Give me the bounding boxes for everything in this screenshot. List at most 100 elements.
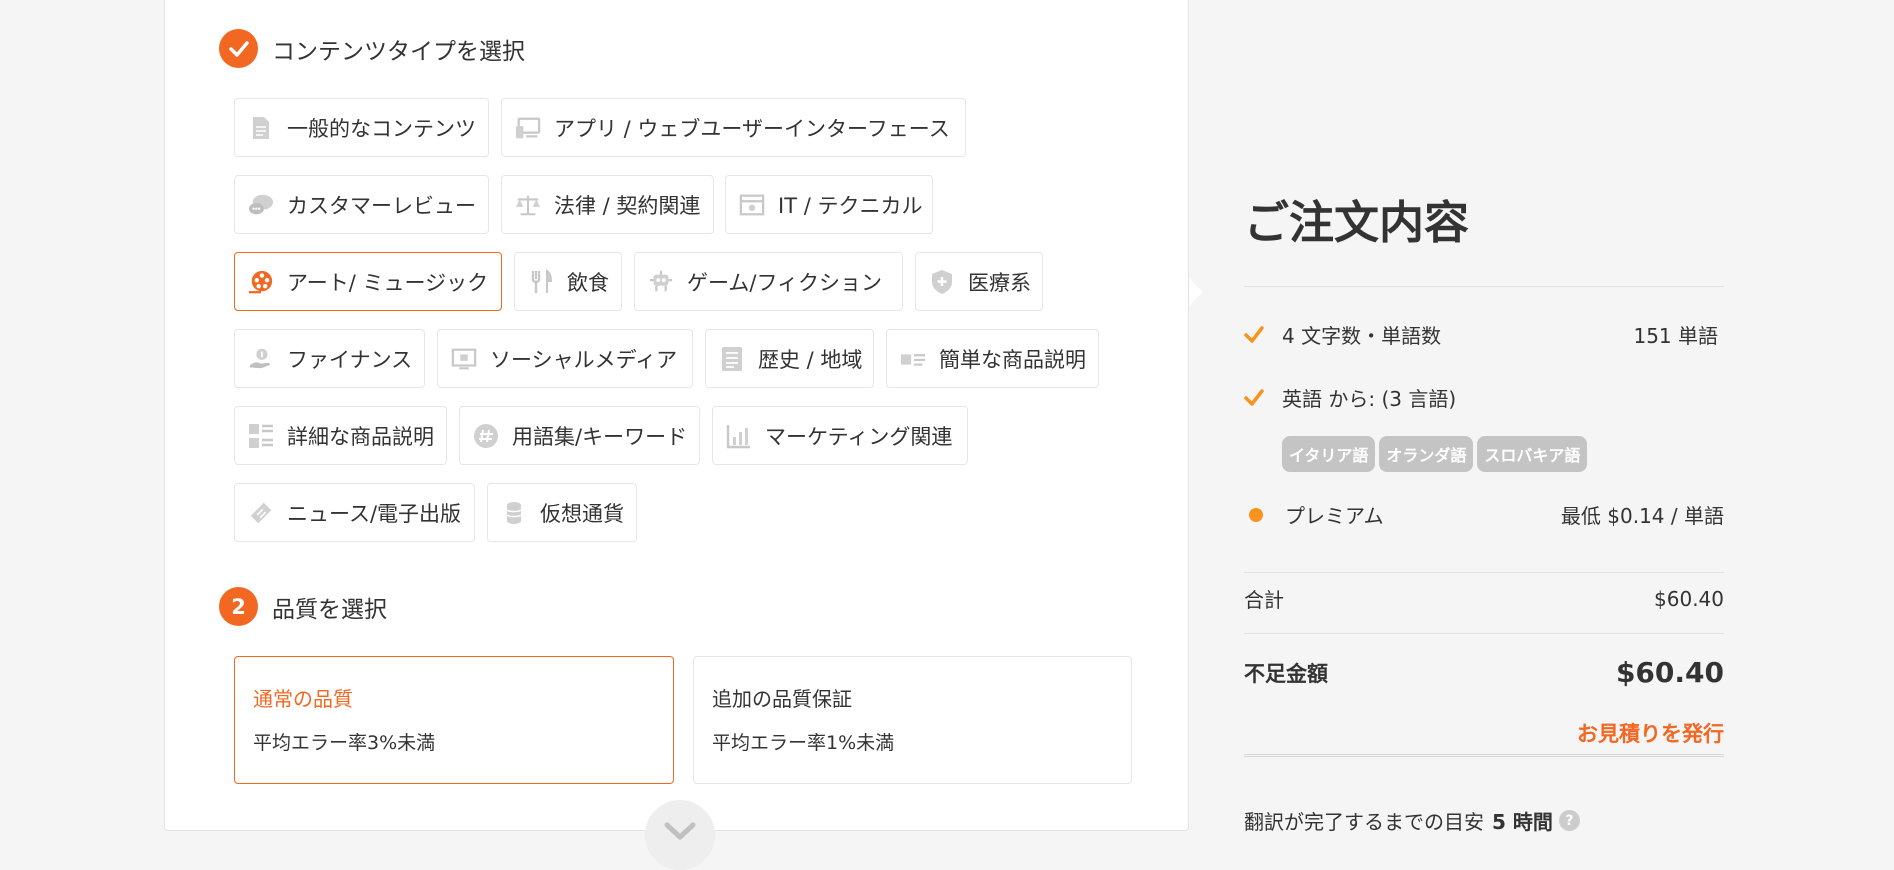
- chip-finance[interactable]: ファイナンス: [234, 329, 425, 388]
- divider-double: [1244, 754, 1724, 757]
- language-tag: スロバキア語: [1477, 436, 1588, 472]
- quality-option-title: 通常の品質: [253, 687, 353, 711]
- content-type-header: コンテンツタイプを選択: [219, 29, 525, 68]
- step-complete-badge: [219, 29, 258, 68]
- issue-quote-link[interactable]: お見積りを発行: [1577, 718, 1724, 748]
- browser-window-icon: [739, 192, 765, 218]
- languages-label: 英語 から: (3 言語): [1282, 387, 1457, 411]
- chip-label: アート/ ミュージック: [287, 270, 489, 295]
- chip-food-drink[interactable]: 飲食: [514, 252, 622, 311]
- product-grid-icon: [248, 423, 274, 449]
- eta-text: 翻訳が完了するまでの目安: [1244, 810, 1484, 834]
- language-tag: イタリア語: [1282, 436, 1376, 472]
- money-hand-icon: [248, 346, 274, 372]
- devices-icon: [515, 115, 541, 141]
- document-icon: [248, 115, 274, 141]
- chip-social-media[interactable]: ソーシャルメディア: [437, 329, 693, 388]
- chip-label: マーケティング関連: [765, 424, 953, 449]
- tier-label: プレミアム: [1285, 504, 1384, 528]
- language-tag: オランダ語: [1379, 436, 1474, 472]
- amount-due-value: $60.40: [1615, 656, 1724, 689]
- chip-news-publishing[interactable]: ニュース/電子出版: [234, 483, 475, 542]
- amount-due-label: 不足金額: [1244, 661, 1328, 686]
- quality-option-extra-qa[interactable]: 追加の品質保証 平均エラー率1%未満: [693, 656, 1132, 784]
- language-tags: イタリア語 オランダ語 スロバキア語: [1282, 436, 1591, 472]
- checkmark-icon: [228, 40, 249, 57]
- tier-dot: [1249, 507, 1263, 522]
- tier-price: 最低 $0.14 / 単語: [1560, 504, 1724, 528]
- quality-option-desc: 平均エラー率1%未満: [712, 732, 895, 754]
- cutlery-icon: [528, 268, 554, 295]
- chip-label: 医療系: [968, 270, 1031, 295]
- scales-icon: [515, 192, 541, 218]
- amount-due-row: 不足金額 $60.40: [1244, 656, 1724, 689]
- chip-game-fiction[interactable]: ゲーム/フィクション: [634, 252, 903, 311]
- subtotal-row: 合計 $60.40: [1244, 584, 1724, 613]
- chip-cryptocurrency[interactable]: 仮想通貨: [487, 483, 637, 542]
- chip-label: IT / テクニカル: [778, 193, 923, 218]
- chevron-down-icon: [664, 822, 696, 840]
- subtotal-value: $60.40: [1654, 586, 1724, 611]
- order-title: ご注文内容: [1244, 196, 1470, 249]
- chip-label: 法律 / 契約関連: [554, 193, 701, 218]
- help-icon[interactable]: ?: [1558, 810, 1580, 831]
- chip-customer-reviews[interactable]: カスタマーレビュー: [234, 175, 489, 234]
- chip-label: ソーシャルメディア: [490, 347, 678, 372]
- chip-app-web-ui[interactable]: アプリ / ウェブユーザーインターフェース: [501, 98, 966, 157]
- quality-title: 品質を選択: [272, 596, 387, 623]
- chip-label: 簡単な商品説明: [939, 347, 1086, 372]
- chip-label: ゲーム/フィクション: [687, 270, 883, 295]
- eta-row: 翻訳が完了するまでの目安 5 時間 ?: [1244, 806, 1580, 835]
- chat-bubbles-icon: [248, 192, 274, 218]
- film-reel-icon: [248, 269, 274, 295]
- eta-value: 5 時間: [1492, 810, 1553, 834]
- chip-label: 歴史 / 地域: [758, 347, 863, 372]
- word-count-value: 151 単語: [1633, 324, 1718, 348]
- chip-label: 一般的なコンテンツ: [287, 116, 476, 141]
- quality-option-desc: 平均エラー率3%未満: [253, 732, 436, 754]
- chip-label: 仮想通貨: [540, 501, 624, 526]
- divider: [1244, 572, 1724, 573]
- monitor-icon: [451, 346, 477, 372]
- chip-detailed-product-description[interactable]: 詳細な商品説明: [234, 406, 447, 465]
- robot-icon: [648, 269, 674, 295]
- quality-option-title: 追加の品質保証: [712, 687, 852, 711]
- order-form-panel: コンテンツタイプを選択 一般的なコンテンツ アプリ / ウェブユーザーインターフ…: [164, 0, 1189, 831]
- chip-glossary-keywords[interactable]: 用語集/キーワード: [459, 406, 700, 465]
- content-type-title: コンテンツタイプを選択: [272, 38, 525, 65]
- quality-header: 2 品質を選択: [219, 587, 387, 626]
- quality-option-standard[interactable]: 通常の品質 平均エラー率3%未満: [234, 656, 674, 784]
- chip-label: カスタマーレビュー: [287, 193, 476, 218]
- chip-label: 詳細な商品説明: [287, 424, 434, 449]
- chip-label: ニュース/電子出版: [287, 501, 462, 526]
- hashtag-icon: [473, 423, 499, 449]
- step-number-badge: 2: [219, 587, 258, 626]
- divider: [1244, 286, 1724, 287]
- chip-legal[interactable]: 法律 / 契約関連: [501, 175, 714, 234]
- languages-row: 英語 から: (3 言語): [1244, 383, 1724, 412]
- chip-label: アプリ / ウェブユーザーインターフェース: [554, 116, 950, 141]
- subtotal-label: 合計: [1244, 588, 1284, 612]
- divider: [1244, 633, 1724, 634]
- chip-marketing[interactable]: マーケティング関連: [712, 406, 968, 465]
- chip-simple-product-description[interactable]: 簡単な商品説明: [886, 329, 1099, 388]
- tier-row: プレミアム 最低 $0.14 / 単語: [1244, 500, 1724, 529]
- chip-it-technical[interactable]: IT / テクニカル: [725, 175, 933, 234]
- word-count-label: 4 文字数・単語数: [1282, 324, 1442, 348]
- chip-label: 用語集/キーワード: [512, 424, 688, 449]
- product-list-icon: [900, 346, 926, 372]
- chip-art-music[interactable]: アート/ ミュージック: [234, 252, 502, 311]
- medical-shield-icon: [929, 269, 955, 295]
- panel-pointer: [1189, 278, 1203, 306]
- expand-button[interactable]: [645, 800, 715, 870]
- check-icon: [1244, 325, 1264, 345]
- ticket-icon: [248, 500, 274, 526]
- chip-label: 飲食: [567, 270, 609, 295]
- word-count-row: 4 文字数・単語数 151 単語: [1244, 320, 1724, 349]
- newspaper-icon: [719, 346, 745, 372]
- chip-medical[interactable]: 医療系: [915, 252, 1043, 311]
- chip-history-region[interactable]: 歴史 / 地域: [705, 329, 874, 388]
- bar-chart-icon: [726, 423, 752, 449]
- chip-general-content[interactable]: 一般的なコンテンツ: [234, 98, 489, 157]
- check-icon: [1244, 388, 1264, 408]
